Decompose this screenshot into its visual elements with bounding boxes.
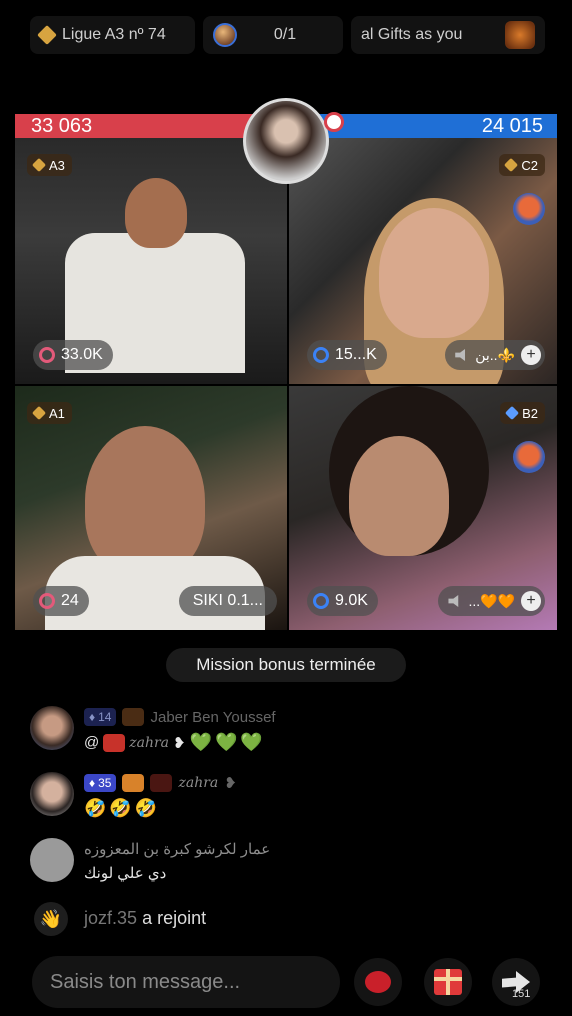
- chat-username[interactable]: عمار لكرشو كبرة بن المعزوزه: [84, 840, 270, 858]
- rose-icon: [365, 971, 391, 993]
- video-feed-person: [349, 436, 449, 556]
- rank-badge: A3: [27, 154, 72, 176]
- like-icon: [313, 347, 329, 363]
- chat-username[interactable]: jozf.35: [84, 908, 137, 928]
- chat-text: دي علي لونك: [84, 865, 167, 882]
- mute-icon: [448, 595, 459, 607]
- guest-name: SIKI 0.1...: [192, 592, 263, 609]
- flag-icon: [150, 774, 173, 792]
- gift-box-icon: [434, 969, 462, 995]
- guest-name: بن..⚜️: [475, 346, 515, 363]
- guest-name: ...🧡🧡: [468, 592, 515, 609]
- fan-badge-icon: [122, 708, 145, 726]
- avatar[interactable]: [30, 838, 74, 882]
- follow-plus-icon[interactable]: +: [521, 591, 541, 611]
- chat-text: 🤣🤣🤣: [84, 798, 161, 818]
- gifts-text: al Gifts as you: [361, 26, 463, 43]
- likes-value: 33.0K: [61, 346, 103, 363]
- video-feed-person: [125, 178, 187, 248]
- guest-name-pill[interactable]: بن..⚜️ +: [445, 340, 545, 370]
- avatar: [213, 23, 237, 47]
- follow-plus-icon[interactable]: +: [521, 345, 541, 365]
- league-pill[interactable]: Ligue A3 nº 74: [30, 16, 195, 54]
- butterfly-icon: ❥: [224, 775, 237, 792]
- mute-icon: [455, 349, 466, 361]
- rank-badge: A1: [27, 402, 72, 424]
- likes-counter[interactable]: 33.0K: [33, 340, 113, 370]
- league-label: Ligue A3 nº 74: [62, 26, 166, 43]
- top-bar: Ligue A3 nº 74 0/1 al Gifts as you: [30, 16, 545, 54]
- diamond-icon: [504, 157, 519, 173]
- left-team-score: 33 063: [15, 114, 277, 138]
- diamond-icon: [505, 405, 520, 421]
- mission-progress: 0/1: [273, 26, 297, 43]
- gift-icon: [505, 21, 535, 49]
- guest-name-pill[interactable]: ...🧡🧡 +: [438, 586, 545, 616]
- level-badge: ♦ 35: [84, 774, 117, 792]
- wave-hand-icon: 👋: [34, 902, 68, 936]
- likes-value: 24: [61, 592, 79, 609]
- rank-badge: B2: [500, 402, 545, 424]
- flag-icon: [103, 733, 126, 752]
- rank-label: A1: [49, 405, 65, 421]
- likes-value: 9.0K: [335, 592, 368, 609]
- guest-tile-4[interactable]: B2 9.0K ...🧡🧡 +: [289, 386, 557, 630]
- guest-tile-1[interactable]: A3 33.0K: [15, 138, 287, 384]
- avatar[interactable]: [30, 706, 74, 750]
- video-feed-person: [379, 208, 489, 338]
- like-icon: [39, 593, 55, 609]
- host-avatar[interactable]: [243, 98, 329, 184]
- rank-label: C2: [521, 157, 538, 173]
- gifts-banner[interactable]: al Gifts as you: [351, 16, 545, 54]
- share-button[interactable]: 151: [492, 958, 540, 1006]
- signature: zahra: [178, 775, 219, 791]
- like-icon: [39, 347, 55, 363]
- rank-badge: C2: [499, 154, 545, 176]
- likes-counter[interactable]: 9.0K: [307, 586, 378, 616]
- video-feed-person: [85, 426, 205, 576]
- host-badge-icon: [324, 112, 344, 132]
- level-badge: ♦ 14: [84, 708, 117, 726]
- fan-badge-icon: [122, 774, 145, 792]
- butterfly-icon: ❥: [173, 734, 186, 752]
- likes-counter[interactable]: 15...K: [307, 340, 387, 370]
- diamond-icon: [31, 157, 47, 173]
- gift-button[interactable]: [424, 958, 472, 1006]
- gift-icon[interactable]: [513, 441, 545, 473]
- message-input-wrapper: [32, 956, 340, 1008]
- mission-pill[interactable]: 0/1: [203, 16, 343, 54]
- share-count: 151: [512, 988, 531, 1000]
- like-icon: [313, 593, 329, 609]
- rank-label: B2: [522, 405, 538, 421]
- guest-name-pill[interactable]: SIKI 0.1...: [178, 586, 277, 616]
- join-text: a rejoint: [142, 908, 207, 928]
- gift-icon[interactable]: [513, 193, 545, 225]
- likes-value: 15...K: [335, 346, 377, 363]
- diamond-icon: [37, 25, 57, 45]
- message-input[interactable]: [32, 956, 340, 1008]
- guest-tile-3[interactable]: A1 24 SIKI 0.1...: [15, 386, 287, 630]
- rose-gift-button[interactable]: [354, 958, 402, 1006]
- chat-username[interactable]: Jaber Ben Youssef: [150, 709, 275, 726]
- signature: zahra: [129, 734, 170, 751]
- chat-text: 💚💚💚: [189, 732, 266, 752]
- diamond-icon: [31, 405, 47, 421]
- avatar[interactable]: [30, 772, 74, 816]
- likes-counter[interactable]: 24: [33, 586, 89, 616]
- guest-tile-2[interactable]: C2 15...K بن..⚜️ +: [289, 138, 557, 384]
- mention: @: [84, 734, 100, 751]
- mission-toast: Mission bonus terminée: [166, 648, 406, 682]
- rank-label: A3: [49, 157, 65, 173]
